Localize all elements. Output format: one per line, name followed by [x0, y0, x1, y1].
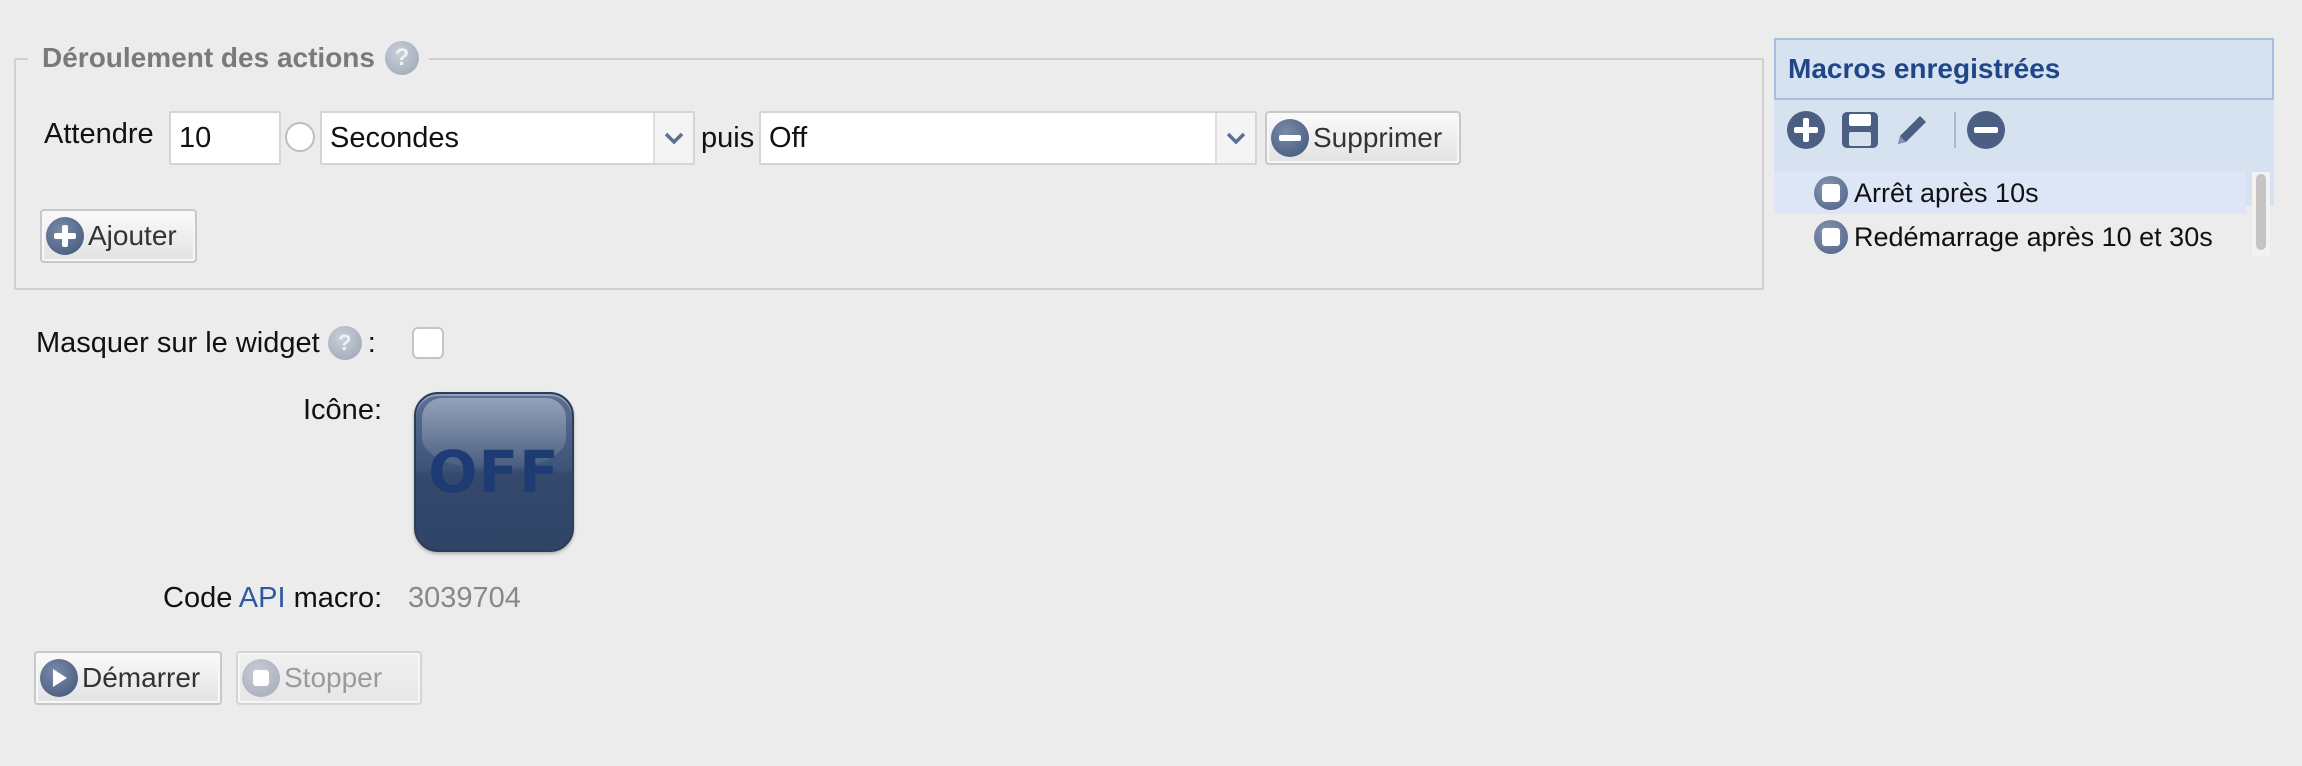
- api-code-value: 3039704: [408, 582, 521, 614]
- hide-widget-checkbox[interactable]: [412, 327, 444, 359]
- start-button[interactable]: Démarrer: [34, 651, 222, 705]
- api-code-label: Code API macro:: [163, 582, 383, 614]
- unit-radio[interactable]: [285, 122, 315, 152]
- then-label: puis: [701, 122, 755, 154]
- action-select[interactable]: Off: [759, 111, 1257, 165]
- minus-icon[interactable]: [1964, 108, 2008, 152]
- wait-label: Attendre: [44, 118, 154, 150]
- icon-label: Icône:: [303, 394, 382, 426]
- help-icon[interactable]: ?: [327, 326, 362, 360]
- actions-legend-text: Déroulement des actions: [42, 42, 375, 73]
- unit-select[interactable]: Secondes: [320, 111, 695, 165]
- macro-list-item[interactable]: Redémarrage après 10 et 30s: [1774, 216, 2246, 258]
- stop-icon: [242, 659, 280, 697]
- toolbar-separator: [1954, 112, 1956, 148]
- chevron-down-icon[interactable]: [653, 113, 693, 163]
- macro-item-icon: [1814, 220, 1848, 254]
- pencil-icon[interactable]: [1890, 108, 1934, 152]
- plus-icon[interactable]: [1784, 108, 1828, 152]
- plus-icon: [46, 217, 84, 255]
- chevron-down-icon[interactable]: [1215, 113, 1255, 163]
- api-link[interactable]: API: [239, 582, 286, 614]
- wait-duration-input[interactable]: 10: [169, 111, 281, 165]
- scrollbar-thumb[interactable]: [2256, 174, 2266, 250]
- help-icon[interactable]: ?: [384, 41, 419, 75]
- play-icon: [40, 659, 78, 697]
- macros-panel-title: Macros enregistrées: [1774, 38, 2274, 100]
- actions-fieldset: [14, 58, 1764, 290]
- add-button[interactable]: Ajouter: [40, 209, 197, 263]
- actions-legend: Déroulement des actions ?: [28, 38, 429, 78]
- hide-widget-label: Masquer sur le widget ? :: [36, 326, 376, 360]
- macros-panel: Macros enregistrées Arrêt après 10s Redé…: [1774, 38, 2274, 258]
- macros-scrollbar[interactable]: [2252, 172, 2270, 256]
- minus-icon: [1271, 119, 1309, 157]
- off-icon[interactable]: OFF: [414, 392, 574, 552]
- stop-button[interactable]: Stopper: [236, 651, 422, 705]
- macro-list-item[interactable]: Arrêt après 10s: [1774, 172, 2246, 214]
- delete-button[interactable]: Supprimer: [1265, 111, 1461, 165]
- macro-item-icon: [1814, 176, 1848, 210]
- save-icon[interactable]: [1838, 108, 1882, 152]
